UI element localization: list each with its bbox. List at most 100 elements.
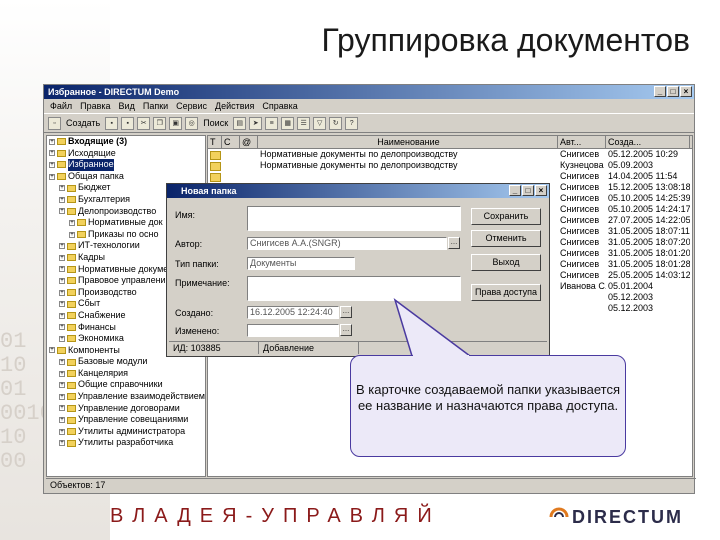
tree-item[interactable]: + Управление взаимодействием — [47, 391, 205, 403]
table-row[interactable]: Снигисев 14.04.2005 11:54 — [208, 171, 692, 182]
menu-help[interactable]: Справка — [262, 101, 297, 111]
expand-toggle-icon[interactable]: + — [59, 382, 65, 389]
expand-toggle-icon[interactable]: + — [49, 138, 55, 145]
close-button[interactable]: × — [680, 86, 692, 97]
expand-toggle-icon[interactable]: + — [59, 393, 65, 400]
expand-toggle-icon[interactable]: + — [59, 196, 65, 203]
paste-icon[interactable]: ▣ — [169, 116, 183, 130]
tree-item[interactable]: + Утилиты разработчика — [47, 437, 205, 449]
name-field[interactable] — [247, 206, 461, 231]
expand-toggle-icon[interactable]: + — [59, 335, 65, 342]
search-button[interactable]: Поиск — [201, 118, 230, 128]
expand-toggle-icon[interactable]: + — [59, 312, 65, 319]
menu-service[interactable]: Сервис — [176, 101, 207, 111]
dialog-close-button[interactable]: × — [535, 185, 547, 196]
expand-toggle-icon[interactable]: + — [59, 370, 65, 377]
tree-item[interactable]: + Общие справочники — [47, 379, 205, 391]
tree-item[interactable]: + Утилиты администратора — [47, 426, 205, 438]
access-rights-button[interactable]: Права доступа — [471, 284, 541, 301]
column-state-header[interactable]: С — [222, 136, 240, 148]
modified-picker-button[interactable]: … — [340, 324, 352, 336]
table-row[interactable]: Нормативные документы по делопроизводств… — [208, 160, 692, 171]
print-icon[interactable]: ▤ — [233, 116, 247, 130]
copy-icon[interactable]: ❐ — [153, 116, 167, 130]
maximize-button[interactable]: □ — [667, 86, 679, 97]
expand-toggle-icon[interactable]: + — [59, 208, 65, 215]
expand-toggle-icon[interactable]: + — [59, 254, 65, 261]
expand-toggle-icon[interactable]: + — [59, 405, 65, 412]
create-button[interactable]: Создать — [64, 118, 102, 128]
expand-toggle-icon[interactable]: + — [59, 185, 65, 192]
window-titlebar[interactable]: Избранное - DIRECTUM Demo _ □ × — [44, 85, 694, 99]
properties-icon[interactable]: ≡ — [265, 116, 279, 130]
tree-item[interactable]: + Исходящие — [47, 148, 205, 160]
send-icon[interactable]: ➤ — [249, 116, 263, 130]
menu-file[interactable]: Файл — [50, 101, 72, 111]
author-field[interactable]: Снигисев А.А.(SNGR) — [247, 237, 447, 250]
expand-toggle-icon[interactable]: + — [49, 161, 55, 168]
menu-folders[interactable]: Папки — [143, 101, 168, 111]
details-icon[interactable]: ☰ — [297, 116, 311, 130]
created-picker-button[interactable]: … — [340, 306, 352, 318]
refresh-icon[interactable]: ↻ — [329, 116, 343, 130]
save-button[interactable]: Сохранить — [471, 208, 541, 225]
table-row[interactable]: Нормативные документы по делопроизводств… — [208, 149, 692, 160]
column-author-header[interactable]: Авт... — [558, 136, 606, 148]
expand-toggle-icon[interactable]: + — [59, 301, 65, 308]
column-type-header[interactable]: Т — [208, 136, 222, 148]
modified-field[interactable] — [247, 324, 339, 337]
tree-item[interactable]: + Канцелярия — [47, 368, 205, 380]
save-icon[interactable]: ▪ — [121, 116, 135, 130]
tree-item-label: Канцелярия — [78, 367, 129, 378]
expand-toggle-icon[interactable]: + — [49, 150, 55, 157]
tree-item[interactable]: + Управление совещаниями — [47, 414, 205, 426]
tree-item[interactable]: + Избранное — [47, 159, 205, 171]
row-author — [558, 292, 606, 303]
column-name-header[interactable]: Наименование — [258, 136, 558, 148]
dialog-titlebar[interactable]: Новая папка _ □ × — [167, 184, 549, 198]
expand-toggle-icon[interactable]: + — [49, 173, 55, 180]
expand-toggle-icon[interactable]: + — [59, 417, 65, 424]
menu-view[interactable]: Вид — [119, 101, 135, 111]
minimize-button[interactable]: _ — [654, 86, 666, 97]
expand-toggle-icon[interactable]: + — [59, 289, 65, 296]
filter-icon[interactable]: ▽ — [313, 116, 327, 130]
expand-toggle-icon[interactable]: + — [59, 440, 65, 447]
binoculars-icon[interactable]: ◎ — [185, 116, 199, 130]
created-field[interactable]: 16.12.2005 12:24:40 — [247, 306, 339, 319]
expand-toggle-icon[interactable]: + — [59, 428, 65, 435]
tree-item[interactable]: + Входящие (3) — [47, 136, 205, 148]
folder-type-field[interactable]: Документы — [247, 257, 355, 270]
help-icon[interactable]: ? — [345, 116, 359, 130]
expand-toggle-icon[interactable]: + — [59, 277, 65, 284]
folder-icon[interactable]: ▪ — [105, 116, 119, 130]
note-field[interactable] — [247, 276, 461, 301]
expand-toggle-icon[interactable]: + — [69, 219, 75, 226]
row-author: Иванова С... — [560, 281, 606, 291]
tree-item-label: Исходящие — [68, 147, 116, 158]
expand-toggle-icon[interactable]: + — [49, 347, 55, 354]
menu-actions[interactable]: Действия — [215, 101, 254, 111]
column-mail-header[interactable]: @ — [240, 136, 258, 148]
row-author: Кузнецова — [560, 160, 604, 170]
new-document-icon[interactable]: ▫ — [48, 116, 61, 130]
exit-button[interactable]: Выход — [471, 254, 541, 271]
callout-text: В карточке создаваемой папки указывается… — [356, 382, 620, 413]
column-created-header[interactable]: Созда... — [606, 136, 690, 148]
expand-toggle-icon[interactable]: + — [59, 243, 65, 250]
tree-item-label: Управление взаимодействием — [77, 391, 205, 402]
dialog-minimize-button[interactable]: _ — [509, 185, 521, 196]
expand-toggle-icon[interactable]: + — [59, 359, 65, 366]
cancel-button[interactable]: Отменить — [471, 230, 541, 247]
tree-item[interactable]: + Общая папка — [47, 171, 205, 183]
expand-toggle-icon[interactable]: + — [59, 324, 65, 331]
cut-icon[interactable]: ✂ — [137, 116, 151, 130]
menu-edit[interactable]: Правка — [80, 101, 110, 111]
author-picker-button[interactable]: … — [448, 237, 460, 249]
expand-toggle-icon[interactable]: + — [69, 231, 75, 238]
tree-item[interactable]: + Управление договорами — [47, 403, 205, 415]
tree-item[interactable]: + Базовые модули — [47, 356, 205, 368]
view-icon[interactable]: ▦ — [281, 116, 295, 130]
dialog-maximize-button[interactable]: □ — [522, 185, 534, 196]
expand-toggle-icon[interactable]: + — [59, 266, 65, 273]
